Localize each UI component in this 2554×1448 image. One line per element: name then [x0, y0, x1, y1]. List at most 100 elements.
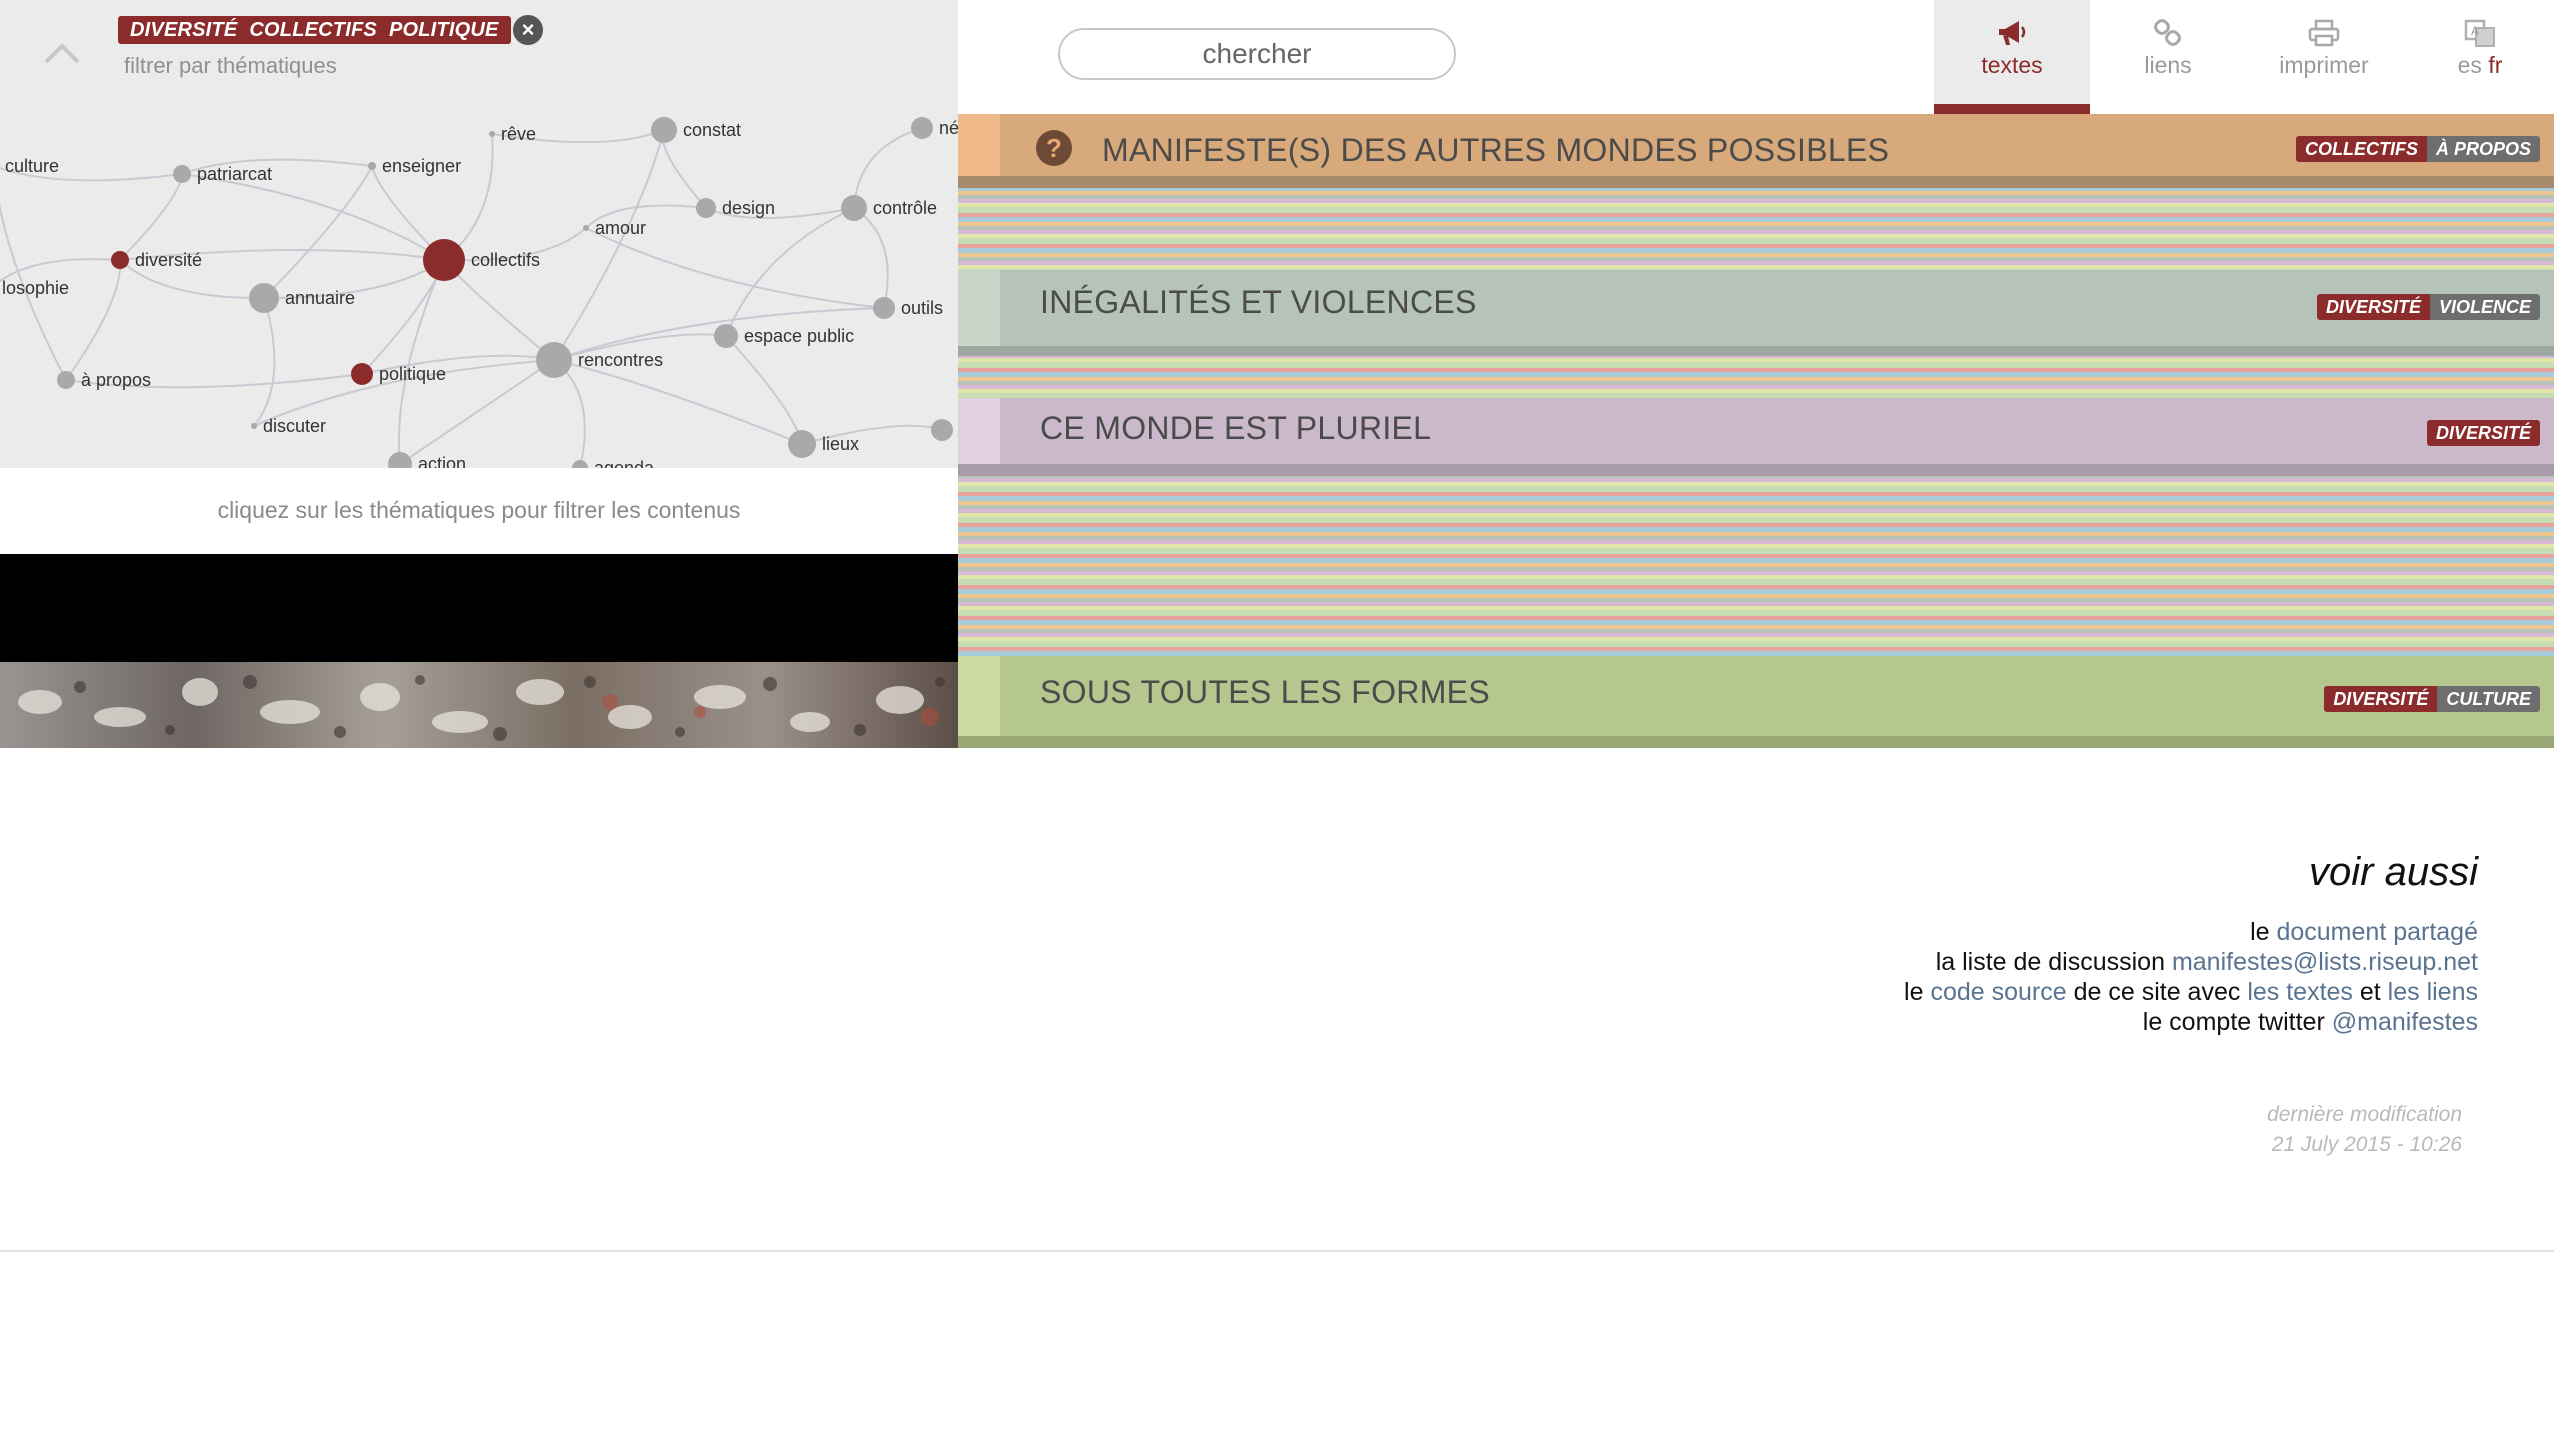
graph-node-label[interactable]: politique	[379, 364, 446, 384]
graph-node-label[interactable]: culture	[5, 156, 59, 176]
graph-node-dot[interactable]	[714, 324, 738, 348]
graph-node-controle[interactable]: contrôle	[841, 195, 937, 221]
graph-node-dot[interactable]	[368, 162, 376, 170]
graph-node-label[interactable]: contrôle	[873, 198, 937, 218]
graph-node-culture[interactable]: culture	[0, 156, 59, 176]
graph-node-label[interactable]: losophie	[2, 278, 69, 298]
graph-node-label[interactable]: diversité	[135, 250, 202, 270]
graph-node-dot[interactable]	[696, 198, 716, 218]
graph-node-ne[interactable]: né	[911, 117, 958, 139]
link-icon	[2154, 19, 2181, 46]
graph-node-diversite[interactable]: diversité	[111, 250, 202, 270]
graph-node-dot[interactable]	[251, 423, 257, 429]
twitter-link[interactable]: @manifestes	[2332, 1008, 2478, 1036]
graph-node-design[interactable]: design	[696, 198, 775, 218]
graph-node-label[interactable]: design	[722, 198, 775, 218]
graph-node-dot[interactable]	[788, 430, 816, 458]
lang-option-fr[interactable]: fr	[2488, 52, 2502, 78]
graph-node-label[interactable]: collectifs	[471, 250, 540, 270]
active-tag-politique[interactable]: politique	[383, 19, 505, 42]
graph-node-dot[interactable]	[489, 131, 495, 137]
graph-node-label[interactable]: annuaire	[285, 288, 355, 308]
graph-node-agenda[interactable]: agenda	[572, 458, 655, 468]
graph-node-dot[interactable]	[931, 419, 953, 441]
graph-node-dot[interactable]	[911, 117, 933, 139]
search-input[interactable]	[1058, 28, 1456, 80]
graph-node-dot[interactable]	[57, 371, 75, 389]
graph-node-enseigner[interactable]: enseigner	[368, 156, 461, 176]
graph-node-philosophie[interactable]: losophie	[0, 278, 69, 298]
graph-node-discuter[interactable]: discuter	[251, 416, 326, 436]
tag-diversite[interactable]: diversité	[2426, 420, 2540, 446]
mailing-list-link[interactable]: manifestes@lists.riseup.net	[2172, 948, 2478, 976]
graph-node-dot[interactable]	[423, 239, 465, 281]
graph-node-dot[interactable]	[583, 225, 589, 231]
graph-node-label[interactable]: né	[939, 118, 958, 138]
active-tag-collectifs[interactable]: collectifs	[243, 19, 383, 42]
graph-node-dot[interactable]	[572, 460, 588, 468]
clear-filter-button[interactable]: ×	[513, 15, 543, 45]
tag-collectifs[interactable]: collectifs	[2295, 136, 2427, 162]
graph-node-label[interactable]: amour	[595, 218, 646, 238]
graph-node-annuaire[interactable]: annuaire	[249, 283, 355, 313]
text-row[interactable]: CE MONDE EST PLURIEL diversité	[958, 398, 2554, 476]
graph-node-apropos[interactable]: à propos	[57, 370, 151, 390]
links-repo-link[interactable]: les liens	[2388, 978, 2478, 1006]
graph-node-label[interactable]: constat	[683, 120, 741, 140]
lang-option-es[interactable]: es	[2458, 52, 2482, 78]
graph-node-dot[interactable]	[841, 195, 867, 221]
graph-node-label[interactable]: rêve	[501, 124, 536, 144]
graph-node-label[interactable]: patriarcat	[197, 164, 272, 184]
graph-node-dot[interactable]	[351, 363, 373, 385]
language-switcher[interactable]: A es fr	[2402, 0, 2554, 114]
graph-node-amour[interactable]: amour	[583, 218, 646, 238]
tag-graph[interactable]: culture patriarcat enseigner rêve constat né d…	[0, 114, 958, 468]
source-code-link[interactable]: code source	[1930, 978, 2066, 1006]
texts-repo-link[interactable]: les textes	[2247, 978, 2353, 1006]
text-row[interactable]: INÉGALITÉS ET VIOLENCES diversité violen…	[958, 270, 2554, 356]
graph-node-label[interactable]: discuter	[263, 416, 326, 436]
graph-node-label[interactable]: action	[418, 454, 466, 468]
graph-node-outils[interactable]: outils	[873, 297, 943, 319]
text-row[interactable]: ? MANIFESTE(S) DES AUTRES MONDES POSSIBL…	[958, 114, 2554, 188]
tag-diversite[interactable]: diversité	[2324, 686, 2438, 712]
graph-node-dot[interactable]	[651, 117, 677, 143]
graph-node-label[interactable]: outils	[901, 298, 943, 318]
see-also-text: le compte twitter	[2142, 1008, 2332, 1036]
tag-violence[interactable]: violence	[2429, 294, 2540, 320]
tab-imprimer[interactable]: imprimer	[2246, 0, 2402, 114]
graph-node-action[interactable]: action	[388, 452, 466, 468]
row-accent	[958, 270, 1000, 346]
active-tag-diversite[interactable]: diversité	[124, 19, 243, 42]
graph-node-dot[interactable]	[173, 165, 191, 183]
graph-node-label[interactable]: rencontres	[578, 350, 663, 370]
graph-node-label[interactable]: lieux	[822, 434, 859, 454]
graph-node-espace[interactable]: espace public	[714, 324, 854, 348]
tab-liens[interactable]: liens	[2090, 0, 2246, 114]
graph-node-label[interactable]: enseigner	[382, 156, 461, 176]
see-also-line: la liste de discussion manifestes@lists.…	[1904, 947, 2478, 977]
text-row[interactable]: SOUS TOUTES LES FORMES diversité culture	[958, 656, 2554, 748]
graph-node-dot[interactable]	[536, 342, 572, 378]
graph-node-dot[interactable]	[873, 297, 895, 319]
megaphone-icon	[1999, 21, 2026, 45]
collapse-button[interactable]	[38, 36, 86, 70]
graph-node-dot[interactable]	[388, 452, 412, 468]
graph-edge	[253, 297, 276, 427]
tag-culture[interactable]: culture	[2437, 686, 2540, 712]
graph-node-dot[interactable]	[249, 283, 279, 313]
graph-node-constat[interactable]: constat	[651, 117, 741, 143]
tag-diversite[interactable]: diversité	[2316, 294, 2430, 320]
graph-node-edge_r[interactable]	[931, 419, 953, 441]
graph-node-politique[interactable]: politique	[351, 363, 446, 385]
graph-node-label[interactable]: espace public	[744, 326, 854, 346]
shared-document-link[interactable]: document partagé	[2276, 918, 2478, 946]
graph-node-label[interactable]: à propos	[81, 370, 151, 390]
graph-node-collectifs[interactable]: collectifs	[423, 239, 540, 281]
graph-node-lieux[interactable]: lieux	[788, 430, 859, 458]
graph-node-patriarcat[interactable]: patriarcat	[173, 164, 272, 184]
graph-node-dot[interactable]	[111, 251, 129, 269]
graph-node-label[interactable]: agenda	[594, 458, 655, 468]
tab-textes[interactable]: textes	[1934, 0, 2090, 114]
tag-a-propos[interactable]: à propos	[2426, 136, 2540, 162]
